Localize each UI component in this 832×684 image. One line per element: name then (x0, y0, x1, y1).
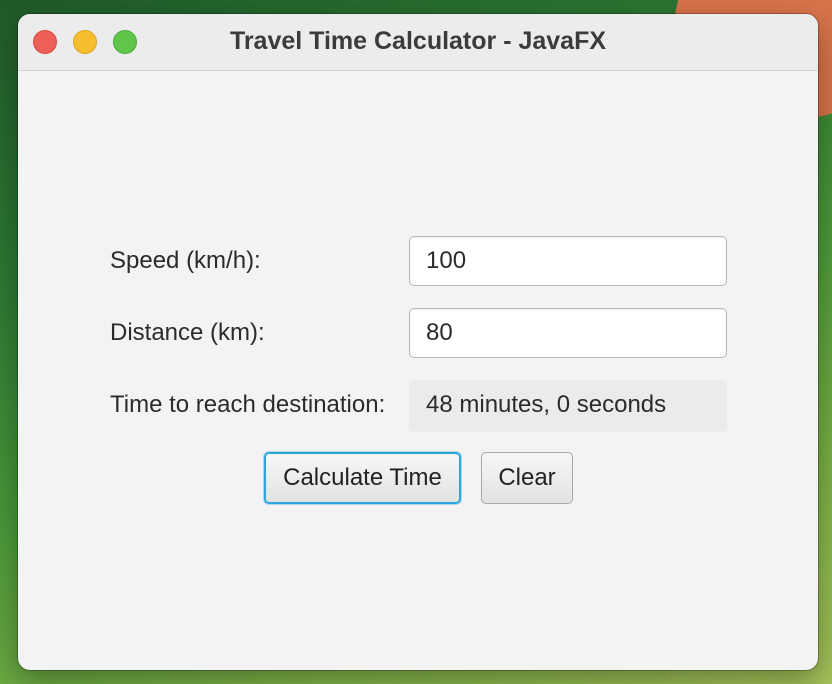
window-title: Travel Time Calculator - JavaFX (229, 27, 607, 55)
result-value: 48 minutes, 0 seconds (409, 380, 727, 432)
clear-button[interactable]: Clear (481, 452, 573, 504)
app-window: Travel Time Calculator - JavaFX Speed (k… (18, 14, 818, 670)
distance-label: Distance (km): (110, 319, 265, 346)
speed-input[interactable] (409, 236, 727, 286)
distance-input[interactable] (409, 308, 727, 358)
result-label: Time to reach destination: (110, 391, 386, 418)
speed-label: Speed (km/h): (110, 247, 261, 274)
calculate-time-button[interactable]: Calculate Time (264, 452, 461, 504)
title-bar: Travel Time Calculator - JavaFX (18, 14, 818, 71)
